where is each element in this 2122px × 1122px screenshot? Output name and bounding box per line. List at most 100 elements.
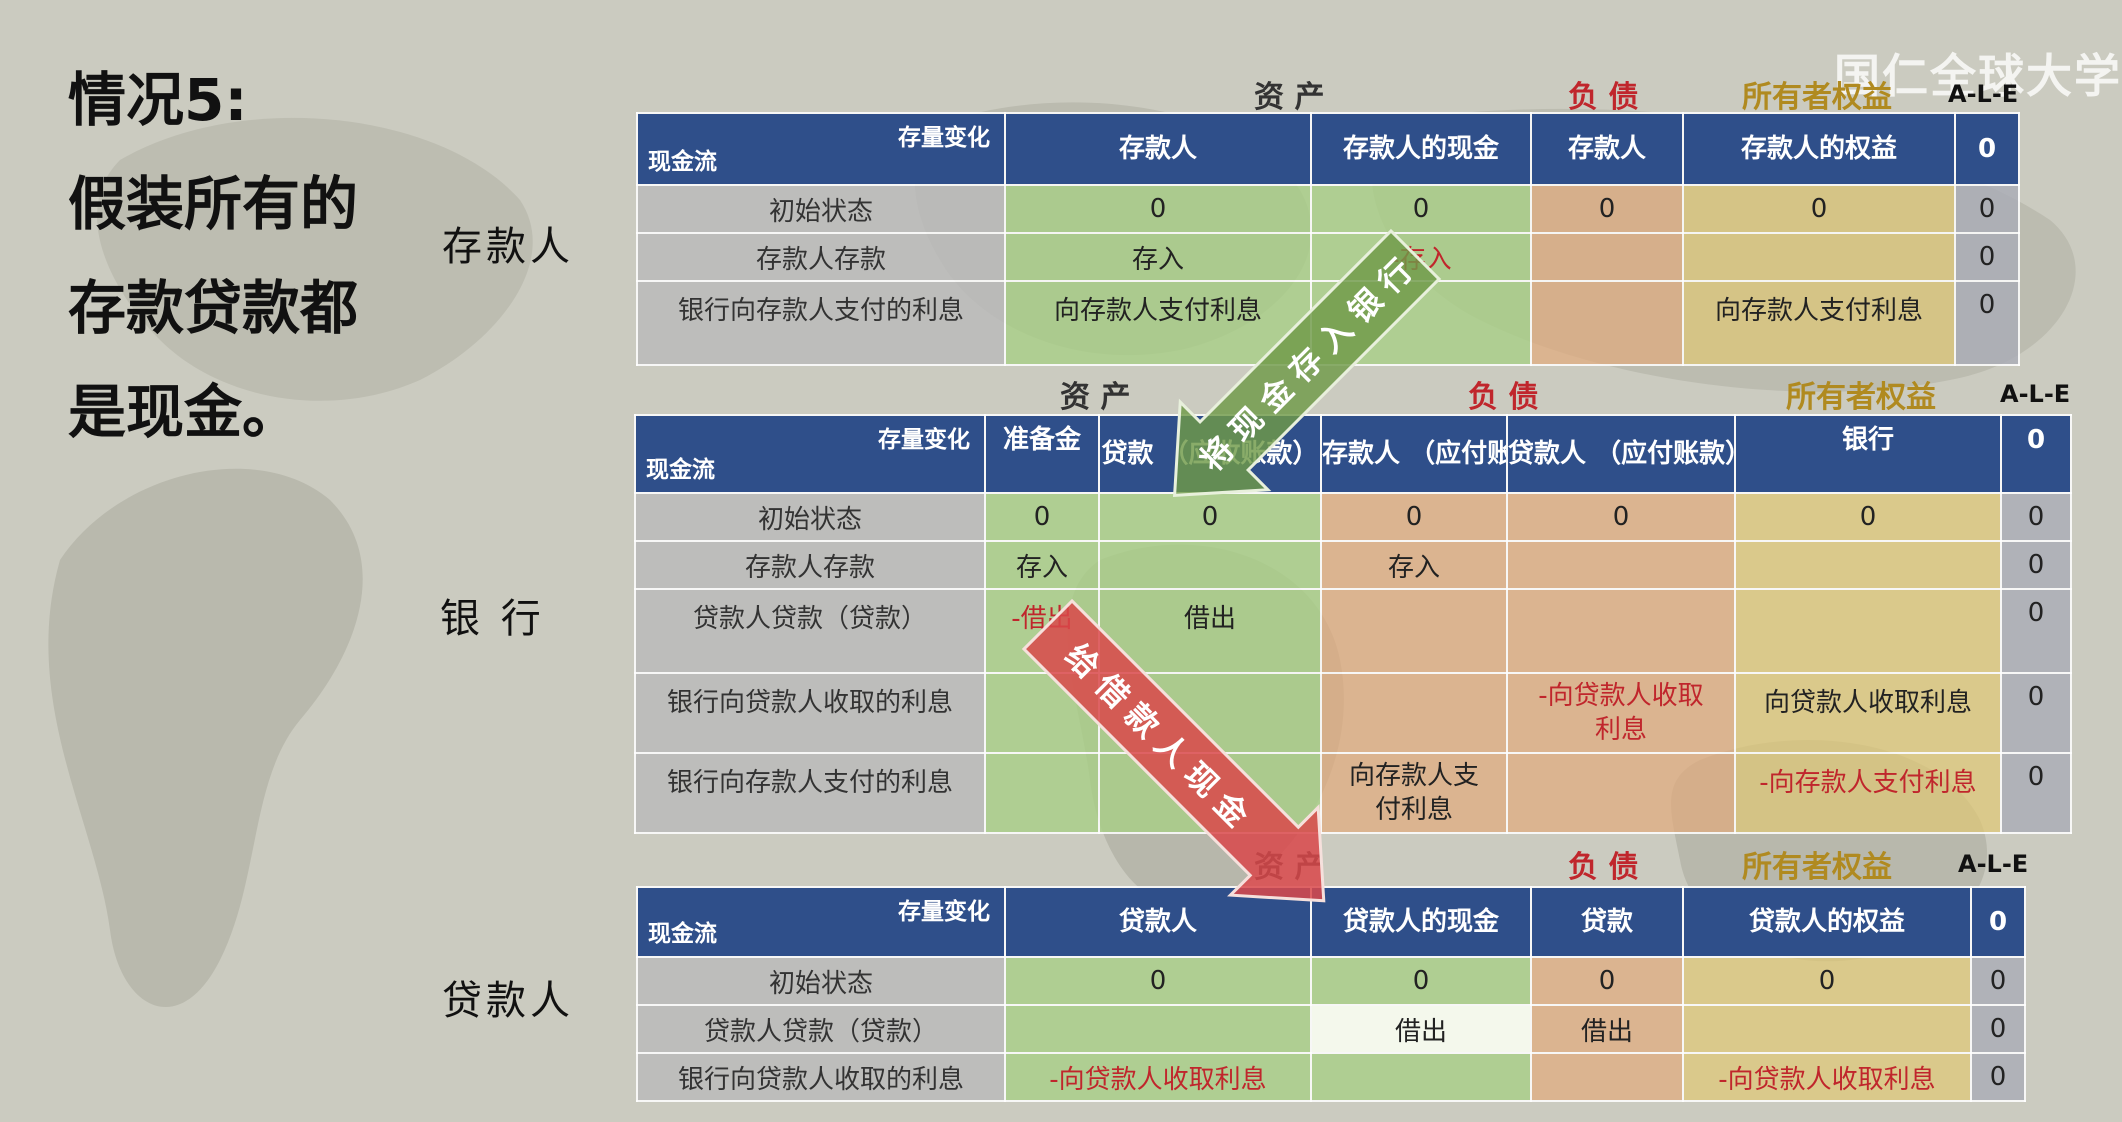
cell: 0 — [1320, 492, 1508, 542]
negative-value: -借出 — [1011, 604, 1073, 634]
cell — [1530, 232, 1684, 282]
table-row: 初始状态 0 0 0 0 0 0 — [634, 492, 2072, 542]
row-label: 初始状态 — [634, 492, 986, 542]
depositor-ale-label: A-L-E — [1948, 80, 2019, 108]
negative-value: -向贷款人收取利息 — [1538, 681, 1704, 745]
cell: 0 — [2000, 672, 2072, 754]
cell: 0 — [1310, 184, 1532, 234]
negative-value: -向贷款人收取利息 — [1049, 1064, 1267, 1095]
cell: -向贷款人收取利息 — [1682, 1052, 1972, 1102]
cell: 0 — [1530, 956, 1684, 1006]
col-header: 存款人的现金 — [1310, 112, 1532, 186]
cell: 0 — [1682, 956, 1972, 1006]
diag-cashflow-label: 现金流 — [648, 149, 717, 175]
borrower-equity-label: 所有者权益 — [1742, 850, 1892, 885]
col-header: 0 — [2000, 414, 2072, 494]
row-label: 存款人存款 — [636, 232, 1006, 282]
bank-equity-label: 所有者权益 — [1786, 380, 1936, 415]
col-header: 存款人 — [1004, 112, 1312, 186]
cell: 0 — [1734, 492, 2002, 542]
cell: 0 — [1530, 184, 1684, 234]
cell: 0 — [1098, 492, 1322, 542]
diag-cashflow-label: 现金流 — [648, 921, 717, 947]
row-label: 贷款人贷款（贷款） — [634, 588, 986, 674]
diagonal-header-cell: 存量变化 现金流 — [634, 414, 986, 494]
title-line: 存款贷款都 — [68, 274, 359, 342]
row-label: 银行向贷款人收取的利息 — [634, 672, 986, 754]
table-row: 银行向贷款人收取的利息 -向贷款人收取利息 向贷款人收取利息 0 — [634, 672, 2072, 754]
diag-cashflow-label: 现金流 — [646, 457, 715, 483]
col-header: 存款人 — [1530, 112, 1684, 186]
cell — [1098, 752, 1322, 834]
cell: 0 — [1954, 184, 2020, 234]
depositor-equity-label: 所有者权益 — [1742, 80, 1892, 115]
diagonal-header-cell: 存量变化 现金流 — [636, 112, 1006, 186]
cell: -存入 — [1310, 232, 1532, 282]
row-label: 初始状态 — [636, 184, 1006, 234]
title-line: 是现金。 — [68, 378, 301, 446]
negative-value: -存入 — [1390, 244, 1452, 275]
cell — [984, 752, 1100, 834]
col-header: 贷款人的现金 — [1310, 886, 1532, 958]
cell: -向贷款人收取利息 — [1506, 672, 1736, 754]
col-header-line: 贷款人 — [1508, 439, 1587, 469]
borrower-assets-label: 资 产 — [1254, 850, 1325, 885]
row-label: 初始状态 — [636, 956, 1006, 1006]
cell: 0 — [2000, 588, 2072, 674]
cell: 0 — [2000, 492, 2072, 542]
table-row: 初始状态 0 0 0 0 0 — [636, 956, 2026, 1006]
cell — [1682, 232, 1956, 282]
party-label-depositor: 存款人 — [442, 224, 574, 270]
table-row: 存款人存款 存入 -存入 0 — [636, 232, 2020, 282]
col-header-line: 贷款 — [1101, 439, 1154, 469]
diag-stock-change-label: 存量变化 — [878, 427, 970, 453]
cell — [1506, 752, 1736, 834]
title-line: 假装所有的 — [68, 170, 359, 238]
cell — [1098, 540, 1322, 590]
col-header: 0 — [1954, 112, 2020, 186]
cell — [1530, 280, 1684, 366]
cell: -借出 — [984, 588, 1100, 674]
cell: 0 — [1970, 956, 2026, 1006]
cell — [1682, 1004, 1972, 1054]
cell: 借出 — [1098, 588, 1322, 674]
negative-value: -向存款人支付利息 — [1759, 768, 1977, 798]
col-header: 银行 — [1734, 414, 2002, 494]
row-label: 银行向存款人支付的利息 — [634, 752, 986, 834]
bank-ledger-table: 存量变化 现金流 准备金 贷款 （应收账款） 存款人 （应付账款） 贷款人 （应… — [634, 414, 2072, 834]
cell: 借出 — [1530, 1004, 1684, 1054]
cell — [1004, 1004, 1312, 1054]
cell: 0 — [1954, 280, 2020, 366]
bank-ale-label: A-L-E — [2000, 380, 2071, 408]
cell — [984, 672, 1100, 754]
cell: 向存款人支付利息 — [1320, 752, 1508, 834]
cell: 0 — [1310, 956, 1532, 1006]
col-header: 存款人 （应付账款） — [1320, 414, 1508, 494]
cell: 0 — [1970, 1004, 2026, 1054]
row-label: 贷款人贷款（贷款） — [636, 1004, 1006, 1054]
negative-value: -向贷款人收取利息 — [1718, 1064, 1936, 1095]
depositor-assets-label: 资 产 — [1254, 80, 1325, 115]
col-header-line: （应付账款） — [1595, 439, 1733, 469]
col-header: 贷款人 （应付账款） — [1506, 414, 1736, 494]
col-header: 贷款 （应收账款） — [1098, 414, 1322, 494]
cell: 0 — [2000, 752, 2072, 834]
col-header-line: （应付账款） — [1409, 439, 1505, 469]
cell — [1320, 672, 1508, 754]
row-label: 银行向存款人支付的利息 — [636, 280, 1006, 366]
cell — [1530, 1052, 1684, 1102]
cell: 向存款人支付利息 — [1682, 280, 1956, 366]
col-header: 贷款人 — [1004, 886, 1312, 958]
borrower-ale-label: A-L-E — [1958, 850, 2029, 878]
cell: 0 — [1954, 232, 2020, 282]
borrower-liabilities-label: 负 债 — [1568, 850, 1639, 885]
cell: 存入 — [1320, 540, 1508, 590]
borrower-ledger-table: 存量变化 现金流 贷款人 贷款人的现金 贷款 贷款人的权益 0 初始状态 0 0… — [636, 886, 2026, 1102]
cell: 借出 — [1310, 1004, 1532, 1054]
bank-liabilities-label: 负 债 — [1468, 380, 1539, 415]
cell: 0 — [2000, 540, 2072, 590]
diagonal-header-cell: 存量变化 现金流 — [636, 886, 1006, 958]
depositor-liabilities-label: 负 债 — [1568, 80, 1639, 115]
cell: 0 — [984, 492, 1100, 542]
col-header-line: （应收账款） — [1162, 439, 1319, 469]
